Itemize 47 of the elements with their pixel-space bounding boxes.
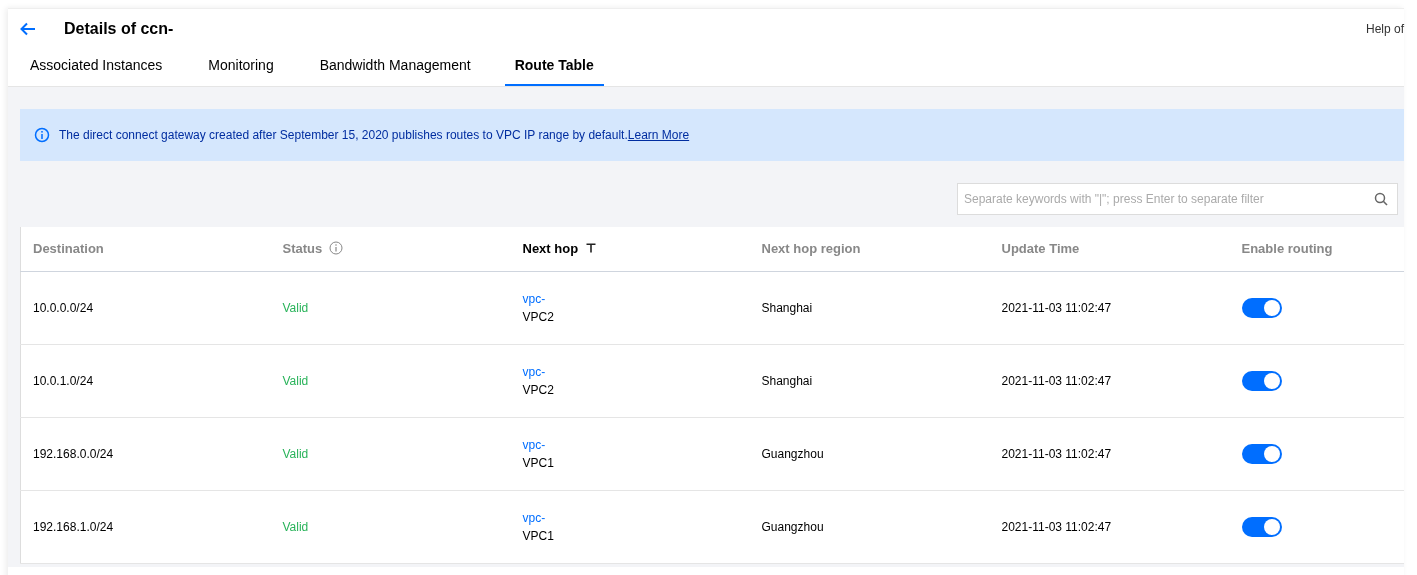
table-cell: 10.0.0.0/24 bbox=[33, 300, 94, 315]
column-header: Next hop region bbox=[761, 241, 861, 256]
table-cell: 2021-11-03 11:02:47 bbox=[1001, 519, 1112, 534]
info-icon[interactable] bbox=[328, 241, 343, 255]
column-header: Next hop bbox=[522, 241, 579, 256]
vpc-link[interactable]: vpc- bbox=[522, 289, 738, 308]
status-text: Valid bbox=[282, 373, 309, 388]
column-header: Enable routing bbox=[1241, 241, 1333, 256]
column-header: Status bbox=[282, 241, 323, 256]
table-cell: Shanghai bbox=[761, 373, 813, 388]
column-header: Update Time bbox=[1001, 241, 1080, 256]
table-cell-text: VPC2 bbox=[522, 381, 555, 399]
routing-toggle[interactable] bbox=[1241, 297, 1282, 318]
learn-more-link[interactable]: Learn More bbox=[627, 128, 690, 142]
status-text: Valid bbox=[282, 300, 309, 315]
routing-toggle[interactable] bbox=[1241, 516, 1282, 537]
info-icon bbox=[34, 127, 50, 143]
status-text: Valid bbox=[282, 519, 309, 534]
table-cell: 2021-11-03 11:02:47 bbox=[1001, 373, 1112, 388]
table-cell: 192.168.0.0/24 bbox=[33, 446, 114, 461]
tab[interactable]: Associated Instances bbox=[30, 55, 163, 86]
vpc-link[interactable]: vpc- bbox=[522, 362, 738, 381]
vpc-link[interactable]: vpc- bbox=[522, 508, 738, 527]
search-field[interactable]: Separate keywords with "|"; press Enter to separate filter bbox=[957, 183, 1398, 215]
table-cell-text: VPC2 bbox=[522, 308, 555, 326]
table-cell: 10.0.1.0/24 bbox=[33, 373, 94, 388]
back-arrow-icon[interactable] bbox=[20, 22, 36, 36]
vpc-link[interactable]: vpc- bbox=[522, 435, 738, 454]
page-title: Details of ccn- bbox=[64, 19, 174, 39]
column-header: Destination bbox=[33, 241, 104, 256]
table-cell-text: VPC1 bbox=[522, 454, 555, 472]
table-cell: 192.168.1.0/24 bbox=[33, 519, 114, 534]
table-cell: Shanghai bbox=[761, 300, 813, 315]
table-cell: 2021-11-03 11:02:47 bbox=[1001, 300, 1112, 315]
notice-text: The direct connect gateway created after September 15, 2020 publishes routes to VPC IP range by default.Learn More bbox=[59, 127, 690, 144]
table-cell-text: VPC1 bbox=[522, 527, 555, 545]
routing-toggle[interactable] bbox=[1241, 370, 1282, 391]
tab[interactable]: Monitoring bbox=[208, 55, 274, 86]
search-icon[interactable] bbox=[1374, 192, 1388, 206]
status-text: Valid bbox=[282, 446, 309, 461]
help-link[interactable]: Help of bbox=[1365, 20, 1404, 38]
table-cell: 2021-11-03 11:02:47 bbox=[1001, 446, 1112, 461]
filter-icon[interactable] bbox=[585, 243, 596, 253]
routing-toggle[interactable] bbox=[1241, 443, 1282, 464]
tab[interactable]: Bandwidth Management bbox=[319, 55, 471, 86]
table-cell: Guangzhou bbox=[761, 446, 824, 461]
table-cell: Guangzhou bbox=[761, 519, 824, 534]
